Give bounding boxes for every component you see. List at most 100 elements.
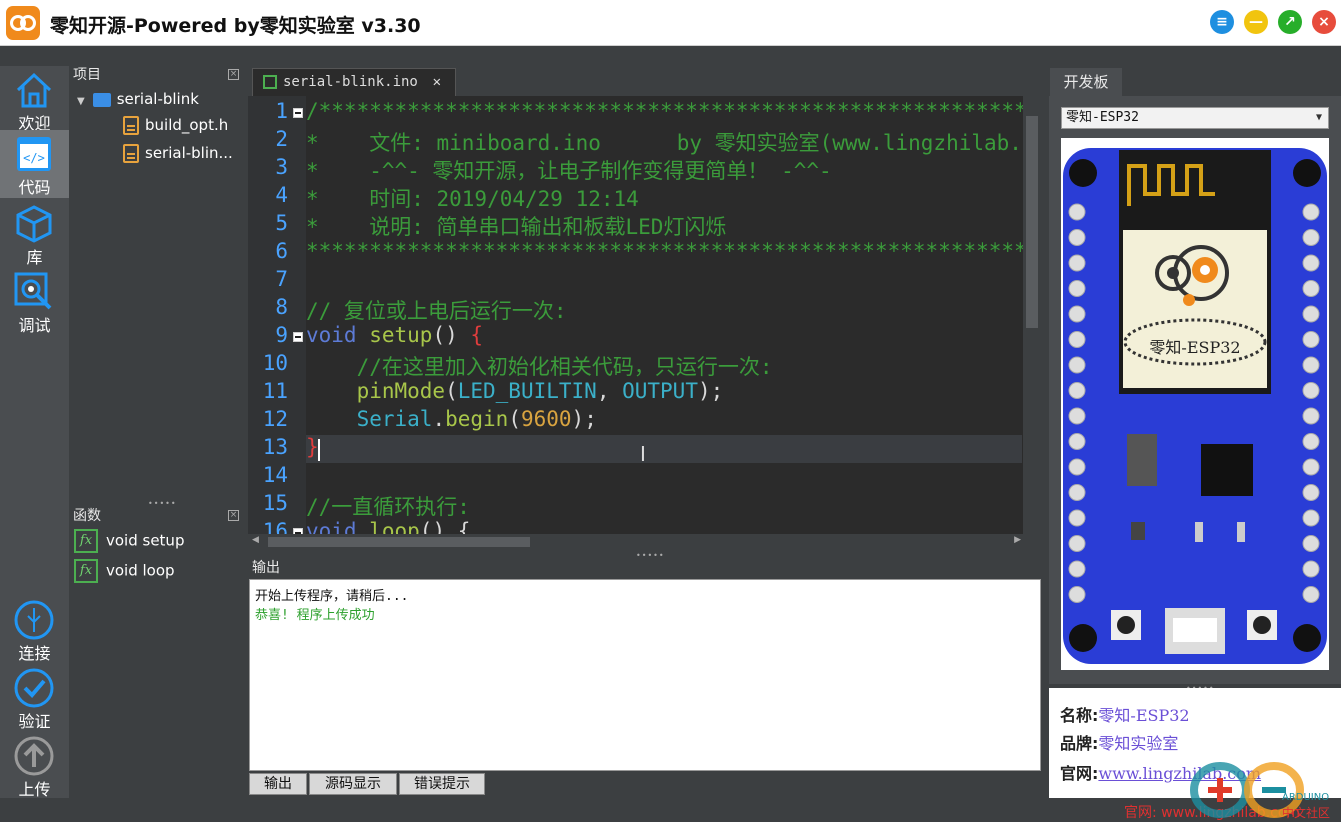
esp32-board-icon [1063, 148, 1327, 664]
code-icon: </> [17, 137, 51, 171]
tab-errors[interactable]: 错误提示 [399, 773, 485, 795]
header-pin [1302, 305, 1320, 323]
expand-arrow-icon[interactable]: ▼ [77, 96, 85, 107]
code-line: } [306, 435, 319, 459]
functions-panel: 函数 × fx void setup fx void loop [69, 507, 244, 798]
board-brand-row: 品牌:零知实验室 [1060, 734, 1179, 753]
pin-icon[interactable]: ✕ [433, 69, 441, 95]
header-pin [1302, 509, 1320, 527]
code-line: * 时间: 2019/04/29 12:14 [306, 187, 639, 211]
output-console[interactable]: 开始上传程序，请稍后... 恭喜! 程序上传成功 [249, 579, 1041, 771]
line-number: 2 [275, 127, 288, 151]
nav-welcome[interactable]: 欢迎 [0, 66, 69, 134]
tree-file[interactable]: serial-blin... [123, 144, 233, 163]
code-line: //在这里加入初始化相关代码，只运行一次: [306, 355, 773, 379]
header-pin [1068, 331, 1086, 348]
editor-tabbar: serial-blink.ino ✕ [248, 66, 1041, 96]
arduino-community-logo: ARDUINO 中文社区 [1186, 756, 1340, 820]
board-name-row: 名称:零知-ESP32 [1060, 706, 1190, 725]
maximize-icon: ↗ [1284, 14, 1296, 30]
line-number: 13 [262, 435, 288, 459]
function-icon: fx [74, 559, 98, 583]
left-nav: 欢迎 </> 代码 库 调试 连接 验证 上传 [0, 66, 69, 800]
minimize-button[interactable]: — [1244, 10, 1268, 34]
line-number: 14 [262, 463, 288, 487]
line-number: 5 [275, 211, 288, 235]
board-select-value: 零知-ESP32 [1066, 110, 1139, 125]
header-pin [1302, 586, 1320, 603]
nav-library[interactable]: 库 [0, 200, 69, 268]
output-line: 恭喜! 程序上传成功 [255, 608, 375, 623]
line-number: 10 [262, 351, 288, 375]
menu-button[interactable]: ≡ [1210, 10, 1234, 34]
close-button[interactable]: × [1312, 10, 1336, 34]
save-icon [263, 75, 277, 89]
board-select[interactable]: 零知-ESP32 ▼ [1061, 107, 1329, 129]
maximize-button[interactable]: ↗ [1278, 10, 1302, 34]
current-line-highlight [306, 435, 1022, 463]
header-pin [1302, 203, 1320, 221]
nav-label: 调试 [18, 316, 51, 335]
nav-verify[interactable]: 验证 [0, 664, 69, 732]
check-icon [14, 668, 54, 708]
header-pin [1068, 484, 1086, 501]
header-file-icon [123, 116, 139, 135]
header-pin [1068, 229, 1086, 246]
scroll-thumb[interactable] [1026, 116, 1038, 328]
source-file-icon [123, 144, 139, 163]
code-line: * 文件: miniboard.ino by 零知实验室(www.lingzhi… [306, 131, 1041, 155]
header-pin [1068, 458, 1086, 476]
svg-text:</>: </> [23, 151, 45, 165]
line-number: 12 [262, 407, 288, 431]
cube-icon [16, 205, 52, 243]
code-line: /***************************************… [306, 99, 1041, 123]
project-panel: 项目 × ▼ serial-blink build_opt.h serial-bl… [69, 66, 244, 500]
line-number: 6 [275, 239, 288, 263]
header-pin [1068, 586, 1086, 603]
code-line: // 复位或上电后运行一次: [306, 299, 567, 323]
nav-label: 上传 [18, 780, 51, 799]
board-brand-value: 零知实验室 [1098, 734, 1179, 753]
nav-debug[interactable]: 调试 [0, 268, 69, 336]
tree-root[interactable]: ▼ serial-blink [77, 90, 199, 108]
nav-connect[interactable]: 连接 [0, 596, 69, 664]
usb-icon [14, 600, 54, 640]
close-panel-icon[interactable]: × [228, 510, 239, 521]
header-pin [1302, 356, 1320, 374]
scroll-thumb[interactable] [268, 537, 530, 547]
scroll-right-icon[interactable]: ▶ [1014, 535, 1021, 545]
code-line: //一直循环执行: [306, 495, 470, 519]
tab-board[interactable]: 开发板 [1050, 68, 1122, 96]
chevron-down-icon: ▼ [1315, 112, 1322, 123]
function-item[interactable]: fx void loop [74, 559, 175, 583]
vertical-scrollbar[interactable] [1023, 96, 1041, 534]
menu-icon: ≡ [1216, 14, 1228, 30]
nav-upload[interactable]: 上传 [0, 732, 69, 800]
close-panel-icon[interactable]: × [228, 69, 239, 80]
board-name-value: 零知-ESP32 [1098, 706, 1190, 725]
editor-tab[interactable]: serial-blink.ino ✕ [252, 68, 456, 96]
header-pin [1302, 280, 1320, 297]
fold-toggle-icon[interactable] [293, 332, 303, 342]
tab-source[interactable]: 源码显示 [309, 773, 397, 795]
arduino-wordmark: ARDUINO [1282, 792, 1330, 803]
code-editor[interactable]: 1 2 3 4 5 6 7 8 9 10 11 12 13 14 15 16 /… [248, 96, 1041, 534]
fold-toggle-icon[interactable] [293, 108, 303, 118]
code-line: pinMode(LED_BUILTIN, OUTPUT); [306, 379, 724, 403]
header-pin [1302, 484, 1320, 501]
tree-file[interactable]: build_opt.h [123, 116, 228, 135]
header-pin [1302, 535, 1320, 552]
horizontal-scrollbar[interactable]: ◀ ▶ [248, 534, 1025, 550]
scroll-left-icon[interactable]: ◀ [252, 535, 259, 545]
nav-code[interactable]: </> 代码 [0, 130, 69, 198]
folder-icon [92, 92, 111, 107]
line-number: 4 [275, 183, 288, 207]
header-pin [1302, 433, 1320, 450]
header-pin [1302, 560, 1320, 578]
tab-output[interactable]: 输出 [249, 773, 307, 795]
project-panel-title: 项目 [73, 67, 101, 83]
header-pin [1068, 433, 1086, 450]
code-line: void loop() { [306, 519, 471, 534]
function-item[interactable]: fx void setup [74, 529, 184, 553]
mouse-ibeam-icon: I [640, 442, 646, 466]
